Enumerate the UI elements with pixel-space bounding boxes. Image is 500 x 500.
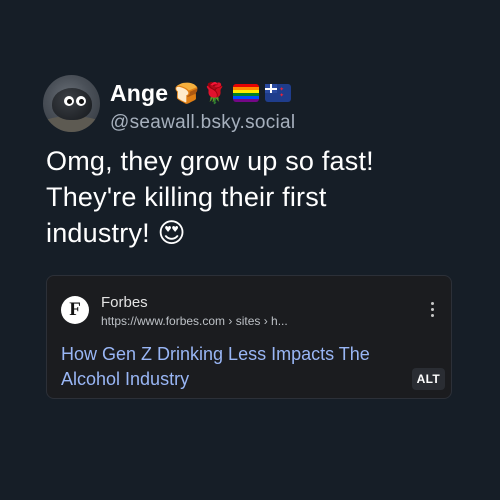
post-header: Ange 🍞 🌹 @seawall.bsky.social xyxy=(43,75,295,134)
rainbow-flag-icon xyxy=(233,84,260,102)
avatar-right-eye xyxy=(76,96,86,106)
post-text-line: They're killing their first xyxy=(46,182,327,212)
post-text: Omg, they grow up so fast! They're killi… xyxy=(46,143,466,251)
forbes-favicon-icon: F xyxy=(61,296,89,324)
author-handle[interactable]: @seawall.bsky.social xyxy=(110,112,295,134)
display-name[interactable]: Ange xyxy=(110,80,168,107)
link-preview-card[interactable]: F Forbes https://www.forbes.com › sites … xyxy=(46,275,452,399)
post: Ange 🍞 🌹 @seawall.bsky.social Omg, they … xyxy=(0,0,500,500)
alt-text-badge[interactable]: ALT xyxy=(411,368,445,390)
avatar[interactable] xyxy=(43,75,100,132)
avatar-left-eye xyxy=(64,96,74,106)
post-text-line: industry! 😍 xyxy=(46,218,186,248)
link-url: https://www.forbes.com › sites › h... xyxy=(101,314,288,328)
more-options-icon[interactable] xyxy=(431,302,435,317)
name-flair: 🍞 🌹 xyxy=(174,81,292,106)
bread-emoji-icon: 🍞 xyxy=(174,82,200,105)
link-source-name: Forbes xyxy=(101,294,148,311)
new-zealand-flag-icon xyxy=(265,84,292,102)
name-row: Ange 🍞 🌹 xyxy=(110,78,295,108)
author-info: Ange 🍞 🌹 @seawall.bsky.social xyxy=(110,78,295,134)
link-headline[interactable]: How Gen Z Drinking Less Impacts The Alco… xyxy=(61,342,401,392)
avatar-rock xyxy=(52,88,92,120)
post-text-line: Omg, they grow up so fast! xyxy=(46,146,374,176)
rose-emoji-icon: 🌹 xyxy=(202,82,228,105)
